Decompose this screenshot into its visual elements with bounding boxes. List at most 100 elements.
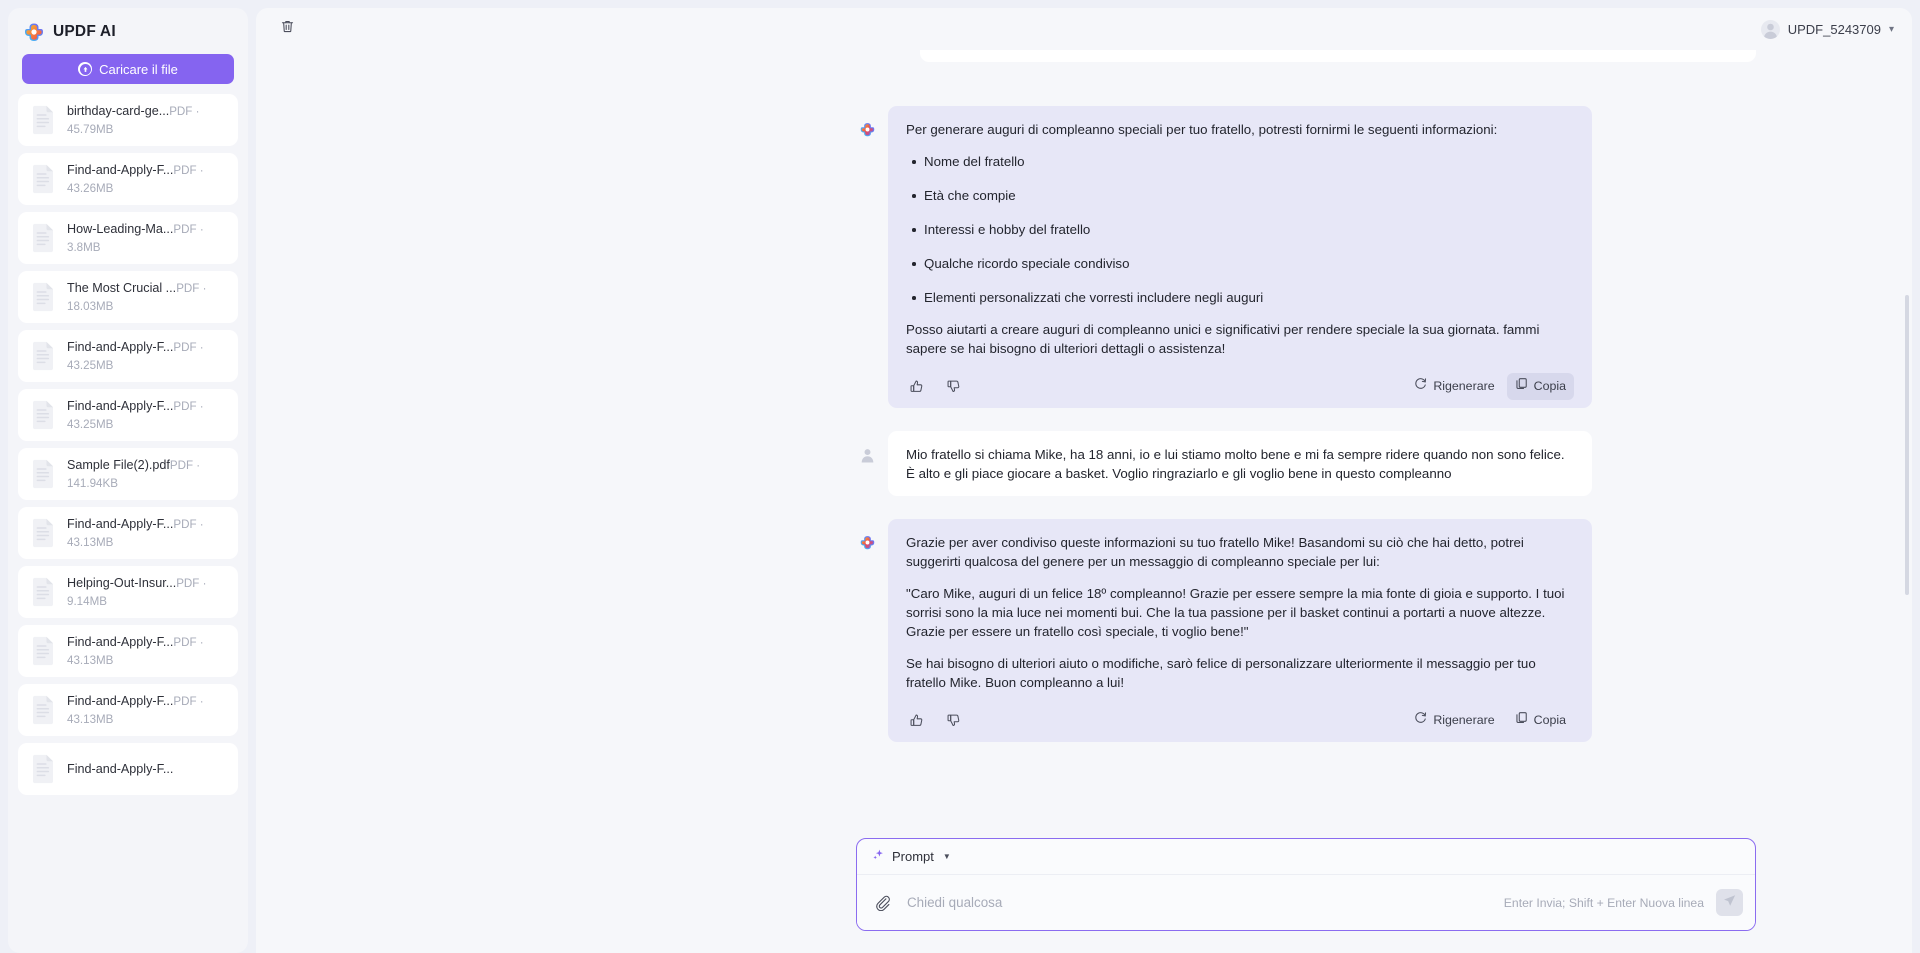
message-row-assistant-2: Grazie per aver condiviso queste informa… [256,519,1912,742]
avatar-placeholder [856,62,878,84]
sparkle-icon [871,848,885,865]
file-list-item[interactable]: Find-and-Apply-F...PDF · 43.25MB [18,389,238,441]
file-meta: birthday-card-ge...PDF · 45.79MB [67,102,226,138]
file-meta: Find-and-Apply-F... [67,760,226,778]
file-meta: Sample File(2).pdfPDF · 141.94KB [67,456,226,492]
caret-down-icon: ▼ [942,852,951,861]
file-name: Find-and-Apply-F... [67,340,174,354]
user-message-text: Mio fratello si chiama Mike, ha 18 anni,… [906,447,1565,481]
updf-ai-avatar-icon [856,118,878,140]
file-list-item[interactable]: birthday-card-ge...PDF · 45.79MB [18,94,238,146]
brand-title: UPDF AI [53,23,116,40]
list-item: Nome del fratello [912,152,1574,171]
message-actions-1: Rigenerare Copia [906,372,1574,400]
pdf-document-icon [30,400,56,430]
copy-icon [1515,377,1528,396]
conversation-scroll-area[interactable]: Per generare auguri di compleanno specia… [256,50,1912,838]
file-meta: How-Leading-Ma...PDF · 3.8MB [67,220,226,256]
send-icon [1722,893,1737,913]
clear-chat-button[interactable] [274,16,300,42]
file-list-item[interactable]: Find-and-Apply-F...PDF · 43.26MB [18,153,238,205]
composer-toolbar: Prompt ▼ [857,839,1755,875]
pdf-document-icon [30,636,56,666]
file-name: Find-and-Apply-F... [67,635,174,649]
file-meta: Find-and-Apply-F...PDF · 43.13MB [67,692,226,728]
file-name: Find-and-Apply-F... [67,517,174,531]
account-name: UPDF_5243709 [1787,21,1881,37]
assistant-message-2: Grazie per aver condiviso queste informa… [888,519,1592,742]
pdf-document-icon [30,577,56,607]
list-item: Qualche ricordo speciale condiviso [912,254,1574,273]
file-meta: Helping-Out-Insur...PDF · 9.14MB [67,574,226,610]
topbar: UPDF_5243709 ▾ [256,8,1912,50]
upload-file-label: Caricare il file [99,61,178,77]
upload-circle-icon [78,62,93,76]
user-avatar-icon [856,443,878,465]
pdf-document-icon [30,164,56,194]
file-list-item[interactable]: The Most Crucial ...PDF · 18.03MB [18,271,238,323]
file-list[interactable]: birthday-card-ge...PDF · 45.79MB Find-and… [8,94,248,953]
assistant-message-1: Per generare auguri di compleanno specia… [888,106,1592,408]
pdf-document-icon [30,282,56,312]
file-name: How-Leading-Ma... [67,222,174,236]
thumbs-down-icon[interactable] [943,710,963,730]
assistant-2-para3: Se hai bisogno di ulteriori aiuto o modi… [906,656,1536,690]
conversation: Per generare auguri di compleanno specia… [256,50,1912,838]
upload-file-button[interactable]: Caricare il file [22,54,234,84]
regenerate-label: Rigenerare [1433,712,1495,727]
thumbs-up-icon[interactable] [906,376,926,396]
file-meta: Find-and-Apply-F...PDF · 43.13MB [67,515,226,551]
send-button[interactable] [1716,889,1743,916]
assistant-2-para2: "Caro Mike, auguri di un felice 18º comp… [906,586,1565,639]
copy-button[interactable]: Copia [1507,707,1574,734]
file-name: birthday-card-ge... [67,104,170,118]
conversation-scrollbar[interactable] [1905,295,1909,595]
file-list-item[interactable]: Find-and-Apply-F... [18,743,238,795]
file-list-item[interactable]: Sample File(2).pdfPDF · 141.94KB [18,448,238,500]
file-list-item[interactable]: Find-and-Apply-F...PDF · 43.13MB [18,684,238,736]
composer-input-row: Enter Invia; Shift + Enter Nuova linea [857,875,1755,930]
chat-input[interactable] [905,894,1492,911]
copy-button[interactable]: Copia [1506,372,1574,400]
copy-label: Copia [1533,378,1566,393]
file-list-item[interactable]: How-Leading-Ma...PDF · 3.8MB [18,212,238,264]
trash-icon [280,19,295,39]
message-actions-2: Rigenerare Copia [906,708,1574,732]
list-item: Età che compie [912,186,1574,205]
account-menu[interactable]: UPDF_5243709 ▾ [1760,19,1894,39]
chevron-down-icon: ▾ [1888,23,1894,35]
user-avatar-icon [1760,19,1780,39]
thumbs-down-icon[interactable] [943,376,963,396]
sidebar: UPDF AI Caricare il file birthday-card-g… [8,8,248,953]
message-row-partial [256,50,1912,84]
message-row-user: Mio fratello si chiama Mike, ha 18 anni,… [256,431,1912,496]
partial-message-bubble [920,50,1756,62]
file-name: Find-and-Apply-F... [67,163,174,177]
list-item: Elementi personalizzati che vorresti inc… [912,288,1574,307]
regenerate-button[interactable]: Rigenerare [1406,373,1502,400]
file-list-item[interactable]: Find-and-Apply-F...PDF · 43.13MB [18,507,238,559]
copy-icon [1515,711,1528,730]
file-meta: Find-and-Apply-F...PDF · 43.25MB [67,397,226,433]
thumbs-up-icon[interactable] [906,710,926,730]
regenerate-label: Rigenerare [1433,378,1495,393]
file-list-item[interactable]: Find-and-Apply-F...PDF · 43.25MB [18,330,238,382]
file-list-item[interactable]: Find-and-Apply-F...PDF · 43.13MB [18,625,238,677]
paperclip-icon[interactable] [871,892,893,914]
regenerate-button[interactable]: Rigenerare [1406,707,1502,734]
file-meta: Find-and-Apply-F...PDF · 43.13MB [67,633,226,669]
updf-ai-avatar-icon [856,531,878,553]
assistant-1-bullets: Nome del fratello Età che compie Interes… [906,152,1574,307]
file-name: Find-and-Apply-F... [67,762,174,776]
updf-flower-logo-icon [24,22,44,42]
prompt-label: Prompt [892,849,934,864]
input-hint: Enter Invia; Shift + Enter Nuova linea [1503,895,1704,910]
prompt-selector[interactable]: Prompt ▼ [871,848,951,865]
file-meta: Find-and-Apply-F...PDF · 43.26MB [67,161,226,197]
file-name: Find-and-Apply-F... [67,399,174,413]
file-list-item[interactable]: Helping-Out-Insur...PDF · 9.14MB [18,566,238,618]
app-root: UPDF AI Caricare il file birthday-card-g… [0,0,1920,953]
assistant-2-para1: Grazie per aver condiviso queste informa… [906,535,1524,569]
main-panel: UPDF_5243709 ▾ Per generare auguri di co… [256,8,1912,953]
file-name: Helping-Out-Insur... [67,576,177,590]
